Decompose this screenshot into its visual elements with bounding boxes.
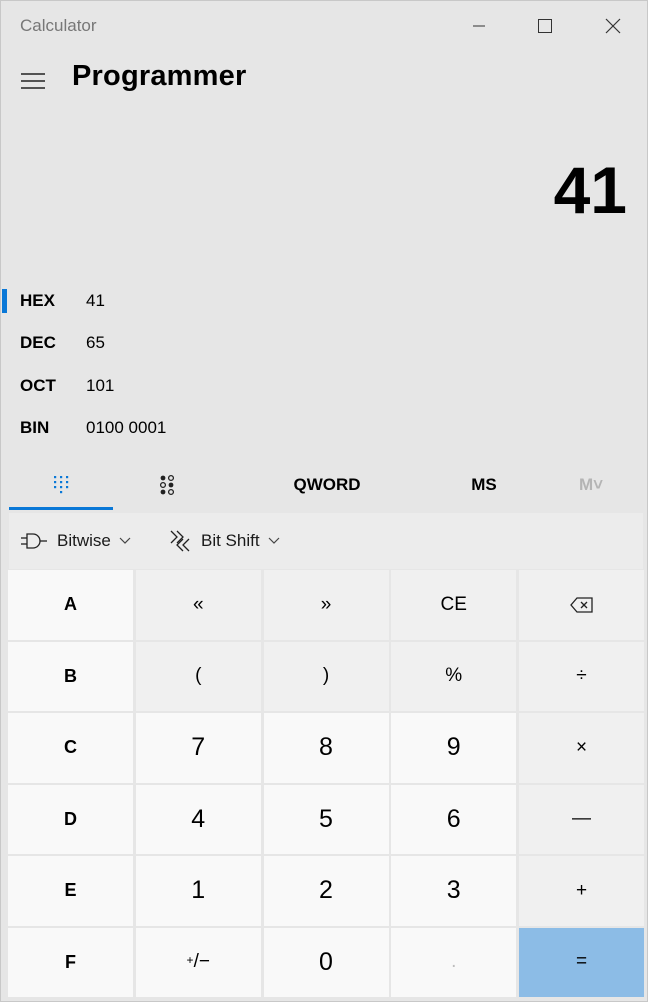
negate-minus-sign: /− bbox=[193, 951, 210, 973]
app-title: Calculator bbox=[20, 16, 97, 35]
mode-title: Programmer bbox=[72, 60, 247, 92]
key-decimal[interactable]: . bbox=[391, 927, 517, 997]
navigation-menu-button[interactable] bbox=[15, 63, 51, 99]
keypad-icon bbox=[54, 476, 69, 494]
radix-label: BIN bbox=[20, 418, 50, 437]
key-1[interactable]: 1 bbox=[135, 856, 261, 926]
key-right-paren[interactable]: ) bbox=[263, 641, 389, 711]
bitwise-label: Bitwise bbox=[57, 531, 111, 550]
tab-full-keypad[interactable] bbox=[9, 459, 113, 511]
radix-value: 101 bbox=[86, 376, 115, 395]
key-7[interactable]: 7 bbox=[135, 713, 261, 783]
active-tab-underline bbox=[9, 507, 113, 510]
bit-toggle-icon bbox=[159, 474, 175, 496]
key-right-shift[interactable]: » bbox=[263, 570, 389, 640]
radix-value: 0100 0001 bbox=[86, 418, 167, 437]
key-b[interactable]: B bbox=[8, 641, 133, 711]
minimize-button[interactable] bbox=[445, 1, 513, 51]
close-icon bbox=[605, 18, 621, 34]
key-3[interactable]: 3 bbox=[391, 856, 517, 926]
tab-bit-toggling-keypad[interactable] bbox=[113, 459, 221, 511]
key-add[interactable]: + bbox=[519, 856, 644, 926]
key-modulo[interactable]: % bbox=[391, 641, 517, 711]
radix-value: 41 bbox=[86, 291, 105, 310]
key-c[interactable]: C bbox=[8, 713, 133, 783]
calculator-window: Calculator Programmer 41 HEX 41 DEC 65 O… bbox=[0, 0, 648, 1002]
radix-label: DEC bbox=[20, 333, 56, 352]
radix-label: OCT bbox=[20, 376, 56, 395]
memory-dropdown-button[interactable]: M˅ bbox=[549, 459, 633, 511]
key-6[interactable]: 6 bbox=[391, 784, 517, 854]
radix-value: 65 bbox=[86, 333, 105, 352]
maximize-button[interactable] bbox=[511, 1, 579, 51]
key-5[interactable]: 5 bbox=[263, 784, 389, 854]
key-multiply[interactable]: × bbox=[519, 713, 644, 783]
hamburger-icon bbox=[21, 73, 45, 89]
maximize-icon bbox=[538, 19, 552, 33]
operations-row: Bitwise Bit Shift bbox=[9, 513, 643, 569]
memory-store-button[interactable]: MS bbox=[429, 459, 539, 511]
key-e[interactable]: E bbox=[8, 856, 133, 926]
key-4[interactable]: 4 bbox=[135, 784, 261, 854]
bit-shift-dropdown[interactable]: Bit Shift bbox=[169, 513, 280, 569]
chevron-down-icon bbox=[119, 537, 131, 545]
key-clear-entry[interactable]: CE bbox=[391, 570, 517, 640]
key-negate[interactable]: +/− bbox=[135, 927, 261, 997]
selected-indicator bbox=[2, 289, 7, 313]
key-left-shift[interactable]: « bbox=[135, 570, 261, 640]
key-backspace[interactable] bbox=[519, 570, 644, 640]
chevron-down-icon bbox=[268, 537, 280, 545]
close-button[interactable] bbox=[579, 1, 647, 51]
backspace-icon bbox=[569, 597, 593, 613]
key-subtract[interactable]: — bbox=[519, 784, 644, 854]
logic-gate-icon bbox=[21, 532, 47, 550]
key-equals[interactable]: = bbox=[519, 927, 644, 997]
radix-row-dec[interactable]: DEC 65 bbox=[1, 323, 647, 363]
radix-row-hex[interactable]: HEX 41 bbox=[1, 281, 647, 321]
keypad: A « » CE B ( ) % ÷ C 7 8 9 × D 4 5 6 — E… bbox=[8, 570, 644, 998]
negate-plus-sign: + bbox=[186, 953, 194, 968]
radix-label: HEX bbox=[20, 291, 55, 310]
minimize-icon bbox=[473, 25, 485, 27]
key-f[interactable]: F bbox=[8, 927, 133, 997]
key-9[interactable]: 9 bbox=[391, 713, 517, 783]
key-left-paren[interactable]: ( bbox=[135, 641, 261, 711]
key-a[interactable]: A bbox=[8, 570, 133, 640]
keypad-tabs: QWORD MS M˅ bbox=[1, 459, 647, 511]
key-0[interactable]: 0 bbox=[263, 927, 389, 997]
key-2[interactable]: 2 bbox=[263, 856, 389, 926]
bit-shift-label: Bit Shift bbox=[201, 531, 260, 550]
result-display: 41 bbox=[553, 153, 627, 227]
key-divide[interactable]: ÷ bbox=[519, 641, 644, 711]
key-d[interactable]: D bbox=[8, 784, 133, 854]
word-size-button[interactable]: QWORD bbox=[251, 459, 403, 511]
key-8[interactable]: 8 bbox=[263, 713, 389, 783]
radix-row-bin[interactable]: BIN 0100 0001 bbox=[1, 408, 647, 448]
bit-shift-icon bbox=[169, 528, 191, 554]
title-bar: Calculator bbox=[1, 1, 647, 51]
bitwise-dropdown[interactable]: Bitwise bbox=[21, 513, 131, 569]
radix-row-oct[interactable]: OCT 101 bbox=[1, 366, 647, 406]
